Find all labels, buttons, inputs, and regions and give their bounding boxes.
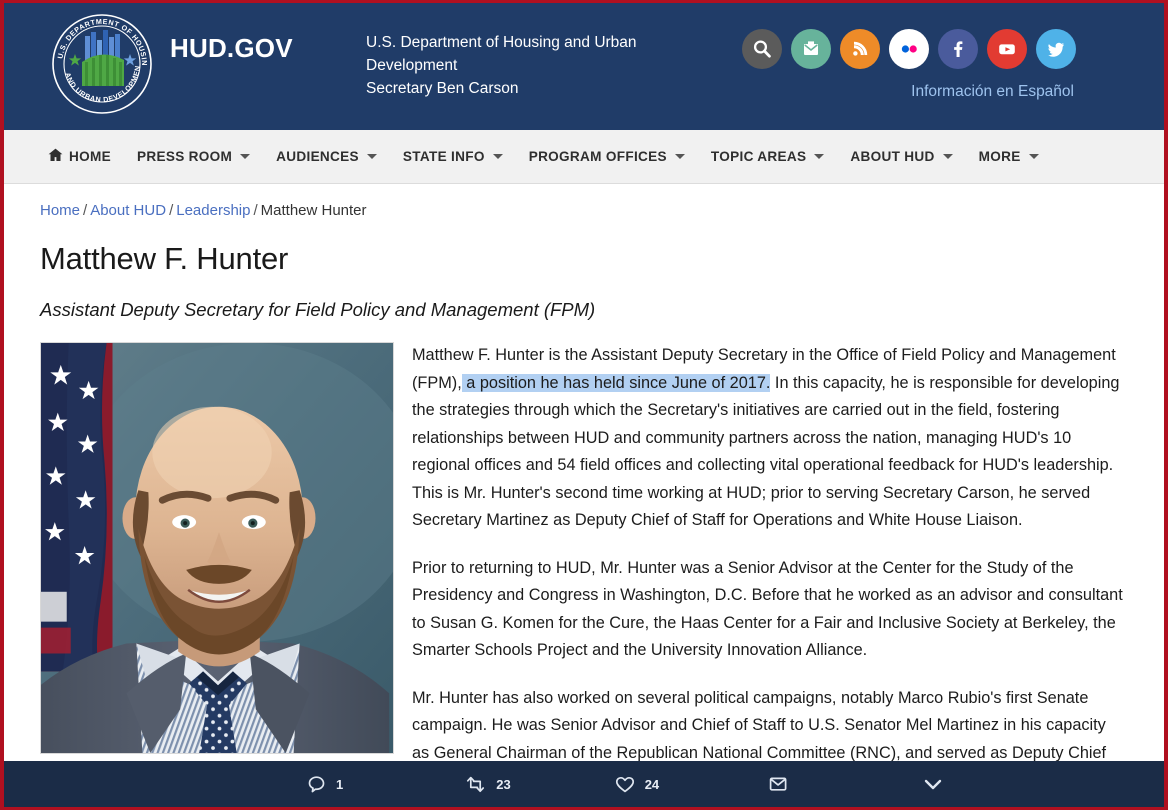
tweet-action-bar: 1 23 24: [4, 761, 1164, 807]
nav-item-topic-areas[interactable]: TOPIC AREAS: [710, 149, 825, 164]
chevron-down-icon: [240, 154, 251, 159]
espanol-link[interactable]: Información en Español: [911, 83, 1074, 101]
retweet-count: 23: [496, 776, 511, 792]
nav-item-state-info[interactable]: STATE INFO: [403, 149, 503, 164]
bio-paragraph-1: Matthew F. Hunter is the Assistant Deput…: [412, 342, 1124, 535]
search-icon[interactable]: [742, 29, 782, 69]
department-line-1: U.S. Department of Housing and Urban Dev…: [366, 34, 637, 74]
nav-item-more[interactable]: MORE: [979, 149, 1039, 164]
chevron-down-icon: [366, 154, 377, 159]
hud-wordmark[interactable]: HUD.GOV: [170, 33, 293, 64]
chevron-down-icon: [922, 776, 944, 792]
nav-item-audiences[interactable]: AUDIENCES: [276, 149, 377, 164]
main-navigation: HOME PRESS ROOM AUDIENCES STATE INFO PRO…: [4, 130, 1164, 184]
nav-label-press-room: PRESS ROOM: [136, 149, 233, 164]
home-icon: [48, 148, 63, 165]
envelope-icon: [768, 775, 788, 793]
nav-item-home[interactable]: HOME: [48, 148, 111, 165]
like-count: 24: [644, 776, 660, 792]
page-title: Matthew F. Hunter: [40, 241, 289, 276]
chevron-down-icon: [674, 154, 685, 159]
email-icon[interactable]: [791, 29, 831, 69]
like-action[interactable]: 24: [615, 775, 659, 794]
nav-label-more: MORE: [978, 149, 1021, 164]
retweet-icon: [465, 775, 486, 794]
breadcrumb-separator: /: [253, 202, 258, 219]
breadcrumb-current: Matthew Hunter: [260, 202, 367, 219]
reply-action[interactable]: 1: [307, 775, 343, 794]
nav-item-press-room[interactable]: PRESS ROOM: [136, 149, 251, 164]
chevron-down-icon: [814, 154, 825, 159]
nav-label-topic-areas: TOPIC AREAS: [710, 149, 807, 164]
bio-text-column: Matthew F. Hunter is the Assistant Deput…: [412, 342, 1124, 807]
breadcrumb-separator: /: [169, 202, 174, 219]
nav-label-about-hud: ABOUT HUD: [850, 149, 935, 164]
nav-label-state-info: STATE INFO: [402, 149, 485, 164]
portrait-photo: [40, 342, 394, 754]
site-header: U.S. DEPARTMENT OF HOUSING AND URBAN DEV…: [4, 3, 1164, 130]
heart-icon: [615, 775, 635, 794]
rss-icon[interactable]: [840, 29, 880, 69]
nav-item-about-hud[interactable]: ABOUT HUD: [850, 149, 953, 164]
twitter-icon[interactable]: [1036, 29, 1076, 69]
secretary-line: Secretary Ben Carson: [366, 80, 519, 97]
facebook-icon[interactable]: [938, 29, 978, 69]
nav-label-audiences: AUDIENCES: [276, 149, 359, 164]
breadcrumb-link-about-hud[interactable]: About HUD: [90, 202, 166, 219]
social-icon-row: [742, 29, 1076, 69]
nav-label-program-offices: PROGRAM OFFICES: [528, 149, 667, 164]
nav-item-program-offices[interactable]: PROGRAM OFFICES: [529, 149, 685, 164]
more-action[interactable]: [922, 776, 954, 792]
bio-paragraph-2: Prior to returning to HUD, Mr. Hunter wa…: [412, 558, 1123, 660]
flickr-icon[interactable]: [889, 29, 929, 69]
reply-icon: [307, 775, 326, 794]
hud-seal-logo[interactable]: U.S. DEPARTMENT OF HOUSING AND URBAN DEV…: [45, 3, 156, 118]
page-subtitle: Assistant Deputy Secretary for Field Pol…: [40, 299, 596, 320]
breadcrumb-link-leadership[interactable]: Leadership: [176, 202, 250, 219]
breadcrumb-separator: /: [83, 202, 88, 219]
chevron-down-icon: [492, 154, 503, 159]
youtube-icon[interactable]: [987, 29, 1027, 69]
department-name: U.S. Department of Housing and Urban Dev…: [366, 31, 696, 100]
bio-body: Matthew F. Hunter is the Assistant Deput…: [40, 342, 1124, 807]
retweet-action[interactable]: 23: [465, 775, 511, 794]
selected-text-highlight: a position he has held since June of 201…: [461, 373, 771, 392]
bio-p1-after: In this capacity, he is responsible for …: [412, 373, 1120, 530]
nav-label-home: HOME: [69, 149, 111, 164]
breadcrumb: Home / About HUD / Leadership / Matthew Hunter: [40, 184, 1124, 219]
chevron-down-icon: [1028, 154, 1039, 159]
browser-page: U.S. DEPARTMENT OF HOUSING AND URBAN DEV…: [0, 0, 1168, 810]
share-action[interactable]: [768, 775, 798, 793]
reply-count: 1: [336, 776, 344, 792]
portrait-column: [40, 342, 394, 807]
breadcrumb-link-home[interactable]: Home: [40, 202, 80, 219]
page-content: Home / About HUD / Leadership / Matthew Hunter…: [4, 184, 1164, 789]
chevron-down-icon: [942, 154, 953, 159]
